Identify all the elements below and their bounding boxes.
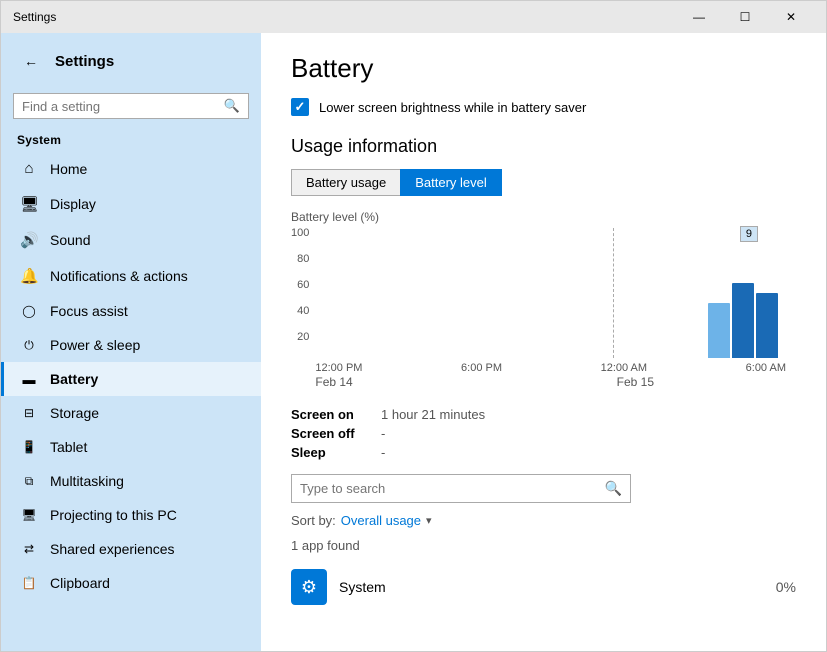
sidebar-item-power[interactable]: ⏻ Power & sleep [1,328,261,362]
screen-on-row: Screen on 1 hour 21 minutes [291,407,796,422]
brightness-label: Lower screen brightness while in battery… [319,100,586,115]
found-count: 1 app found [291,538,796,553]
app-search-icon: 🔍 [605,480,622,497]
sort-arrow-icon: ▾ [426,514,432,527]
sidebar-item-label: Display [50,196,96,212]
sidebar-item-focus[interactable]: ◯ Focus assist [1,294,261,328]
page-title: Battery [291,53,796,84]
sidebar-item-label: Power & sleep [50,337,140,353]
sidebar-title: Settings [55,53,114,70]
sidebar-item-label: Home [50,161,87,177]
chart-area: Battery level (%) 100 80 60 40 20 [291,210,796,389]
chart-y-label: Battery level (%) [291,210,796,224]
sidebar-item-label: Projecting to this PC [50,507,177,523]
battery-icon: ▬ [20,372,38,387]
sidebar: ← Settings 🔍 System ⌂ Home 🖥 Display 🔊 S… [1,33,261,651]
search-box[interactable]: 🔍 [13,93,249,119]
brightness-checkbox[interactable]: ✓ [291,98,309,116]
bar-3 [756,293,778,358]
screen-off-row: Screen off - [291,426,796,441]
display-icon: 🖥 [20,195,38,213]
sidebar-item-home[interactable]: ⌂ Home [1,151,261,186]
chart-bars: 9 [315,228,796,358]
sidebar-item-multitasking[interactable]: ⧉ Multitasking [1,464,261,498]
sidebar-item-label: Battery [50,371,98,387]
sidebar-item-label: Shared experiences [50,541,175,557]
app-search-box[interactable]: 🔍 [291,474,631,503]
sort-row: Sort by: Overall usage ▾ [291,513,796,528]
sidebar-item-label: Notifications & actions [50,268,188,284]
bar-2 [732,283,754,358]
sidebar-item-projecting[interactable]: 🖥 Projecting to this PC [1,498,261,532]
clipboard-icon: 📋 [20,576,38,590]
sidebar-item-label: Storage [50,405,99,421]
section-heading: Usage information [291,136,796,157]
app-search-input[interactable] [300,481,605,496]
sidebar-item-battery[interactable]: ▬ Battery [1,362,261,396]
settings-icon: ⚙ [301,577,317,598]
focus-icon: ◯ [20,304,38,318]
brightness-checkbox-row: ✓ Lower screen brightness while in batte… [291,98,796,116]
date-labels: Feb 14 Feb 15 [315,375,796,389]
window-title: Settings [13,10,56,24]
sidebar-item-label: Multitasking [50,473,124,489]
sidebar-item-label: Sound [50,232,90,248]
sidebar-item-label: Clipboard [50,575,110,591]
sound-icon: 🔊 [20,231,38,249]
callout: 9 [740,226,758,242]
back-button[interactable]: ← [17,47,45,75]
sort-value[interactable]: Overall usage [341,513,421,528]
tab-battery-usage[interactable]: Battery usage [291,169,400,196]
app-usage: 0% [776,579,796,595]
multitasking-icon: ⧉ [20,474,38,489]
sidebar-item-storage[interactable]: ⊟ Storage [1,396,261,430]
app-icon: ⚙ [291,569,327,605]
main-content: Battery ✓ Lower screen brightness while … [261,33,826,651]
app-name: System [339,579,764,595]
projecting-icon: 🖥 [20,508,38,522]
tab-battery-level[interactable]: Battery level [400,169,502,196]
tab-group: Battery usage Battery level [291,169,796,196]
x-axis-labels: 12:00 PM 6:00 PM 12:00 AM 6:00 AM [315,362,796,374]
sidebar-item-shared[interactable]: ⇄ Shared experiences [1,532,261,566]
storage-icon: ⊟ [20,406,38,420]
notifications-icon: 🔔 [20,267,38,285]
power-icon: ⏻ [20,338,38,353]
sidebar-header: ← Settings [1,33,261,89]
check-icon: ✓ [295,99,306,115]
tablet-icon: 📱 [20,440,38,454]
search-icon: 🔍 [224,98,240,114]
midnight-line [613,228,614,358]
close-button[interactable]: ✕ [768,1,814,33]
sidebar-item-label: Focus assist [50,303,128,319]
sidebar-item-label: Tablet [50,439,87,455]
shared-icon: ⇄ [20,542,38,556]
system-section-label: System [1,127,261,151]
sleep-row: Sleep - [291,445,796,460]
maximize-button[interactable]: ☐ [722,1,768,33]
minimize-button[interactable]: — [676,1,722,33]
sidebar-item-sound[interactable]: 🔊 Sound [1,222,261,258]
sidebar-item-tablet[interactable]: 📱 Tablet [1,430,261,464]
back-icon: ← [24,53,38,69]
sidebar-item-clipboard[interactable]: 📋 Clipboard [1,566,261,600]
search-input[interactable] [22,99,218,114]
y-axis: 100 80 60 40 20 [291,228,309,358]
home-icon: ⌂ [20,160,38,177]
sidebar-item-display[interactable]: 🖥 Display [1,186,261,222]
app-row: ⚙ System 0% [291,563,796,611]
bar-1 [708,303,730,358]
bar-group-6am [708,283,778,358]
sidebar-item-notifications[interactable]: 🔔 Notifications & actions [1,258,261,294]
info-rows: Screen on 1 hour 21 minutes Screen off -… [291,407,796,460]
